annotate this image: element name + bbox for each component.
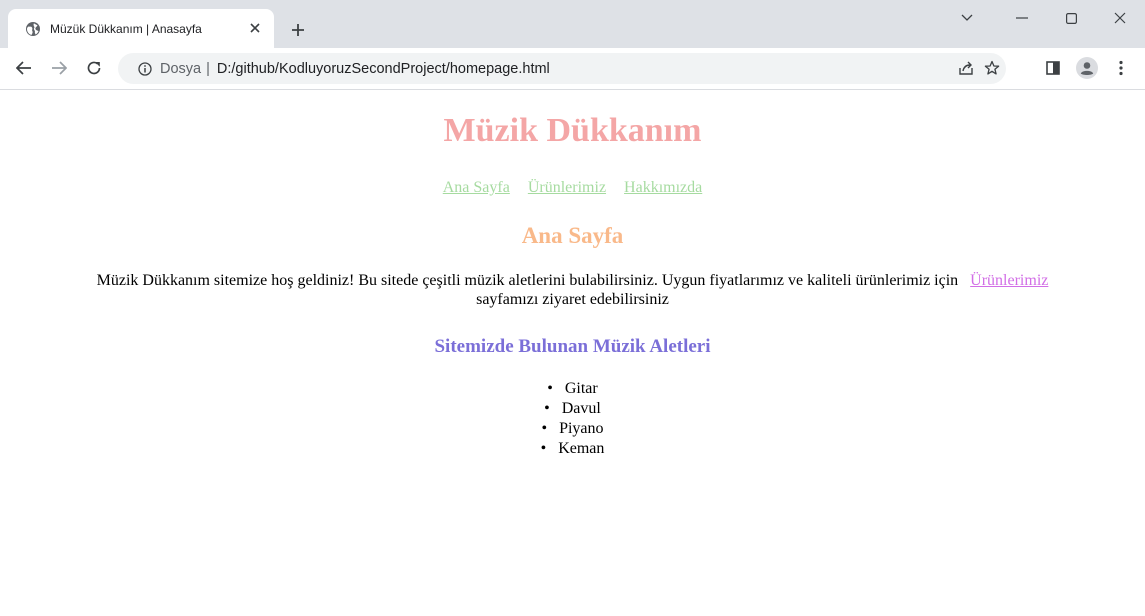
list-item: • Davul [0, 399, 1145, 419]
intro-paragraph: Müzik Dükkanım sitemize hoş geldiniz! Bu… [30, 271, 1115, 309]
browser-tab[interactable]: Müzük Dükkanım | Anasayfa [8, 9, 274, 48]
bullet-icon: • [541, 420, 548, 437]
list-item-label: Gitar [564, 380, 598, 397]
minimize-icon[interactable] [999, 0, 1045, 36]
reload-icon[interactable] [82, 56, 106, 80]
instrument-list: • Gitar • Davul • Piyano • Keman [0, 379, 1145, 459]
info-icon[interactable] [138, 61, 152, 76]
url-separator: | [206, 60, 210, 77]
list-item: • Keman [0, 439, 1145, 459]
browser-toolbar: Dosya | D:/github/KodluyoruzSecondProjec… [0, 48, 1145, 90]
back-arrow-icon[interactable] [12, 56, 36, 80]
close-window-icon[interactable] [1097, 0, 1143, 36]
globe-icon [25, 21, 41, 37]
list-item-label: Piyano [559, 420, 604, 437]
page-title: Müzik Dükkanım [443, 112, 702, 149]
list-item-label: Keman [558, 440, 605, 457]
list-heading: Sitemizde Bulunan Müzik Aletleri [434, 336, 711, 357]
list-item: • Gitar [0, 379, 1145, 399]
url-text[interactable]: D:/github/KodluyoruzSecondProject/homepa… [217, 61, 550, 77]
forward-arrow-icon[interactable] [47, 56, 71, 80]
section-heading: Ana Sayfa [521, 223, 624, 248]
nav-link-hakkimizda[interactable]: Hakkımızda [624, 179, 702, 196]
menu-kebab-icon[interactable] [1109, 56, 1133, 80]
close-tab-icon[interactable] [246, 19, 264, 37]
tab-title: Müzük Dükkanım | Anasayfa [50, 21, 202, 36]
address-bar[interactable]: Dosya | D:/github/KodluyoruzSecondProjec… [118, 53, 1006, 84]
url-scheme: Dosya [160, 60, 202, 77]
list-item: • Piyano [0, 419, 1145, 439]
nav-link-ana-sayfa[interactable]: Ana Sayfa [443, 179, 510, 196]
tab-strip: Müzük Dükkanım | Anasayfa [0, 0, 1145, 48]
profile-avatar-icon[interactable] [1075, 56, 1099, 80]
intro-text: Müzik Dükkanım sitemize hoş geldiniz! Bu… [96, 272, 959, 289]
bullet-icon: • [544, 400, 550, 417]
side-panel-icon[interactable] [1041, 56, 1065, 80]
intro-link-urunlerimiz[interactable]: Ürünlerimiz [970, 272, 1048, 289]
list-item-label: Davul [561, 400, 601, 417]
share-icon[interactable] [954, 56, 978, 80]
intro-text-end: sayfamızı ziyaret edebilirsiniz [476, 291, 669, 308]
new-tab-icon[interactable] [287, 19, 309, 41]
bullet-icon: • [547, 380, 553, 397]
tab-search-chevron-icon[interactable] [944, 0, 990, 36]
nav-link-urunlerimiz[interactable]: Ürünlerimiz [528, 179, 606, 196]
bullet-icon: • [540, 440, 547, 457]
nav-bar: Ana Sayfa Ürünlerimiz Hakkımızda [0, 179, 1145, 197]
bookmark-star-icon[interactable] [980, 56, 1004, 80]
maximize-icon[interactable] [1048, 0, 1094, 36]
